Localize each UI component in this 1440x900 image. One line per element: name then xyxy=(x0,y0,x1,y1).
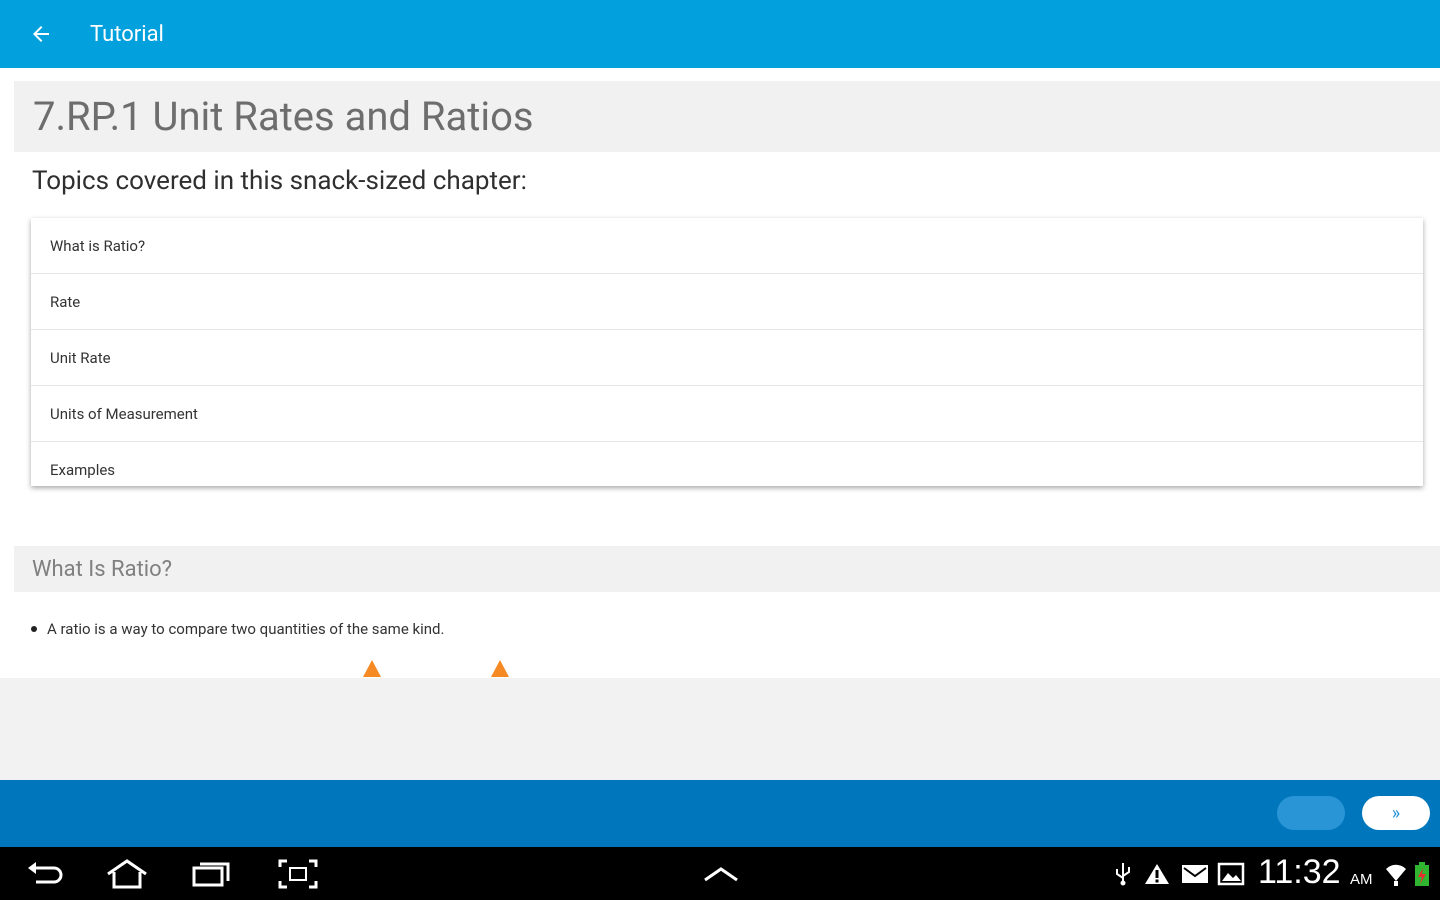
topics-list: What is Ratio? Rate Unit Rate Units of M… xyxy=(31,218,1423,486)
usb-icon xyxy=(1112,847,1134,900)
recent-apps-icon[interactable] xyxy=(188,847,234,900)
tutorial-content[interactable]: 7.RP.1 Unit Rates and Ratios Topics cove… xyxy=(0,68,1440,780)
clock-time: 11:32 xyxy=(1258,853,1341,891)
topic-item-examples[interactable]: Examples xyxy=(31,442,1423,498)
warning-icon xyxy=(1143,847,1171,900)
orange-triangle-marker xyxy=(363,660,381,677)
section-title: What Is Ratio? xyxy=(32,556,173,582)
chapter-header: 7.RP.1 Unit Rates and Ratios xyxy=(14,81,1440,152)
system-bar: 11:32 AM xyxy=(0,847,1440,900)
chapter-title: 7.RP.1 Unit Rates and Ratios xyxy=(33,93,534,140)
bullet-dot xyxy=(31,626,37,632)
illustration-area xyxy=(0,678,1440,780)
topic-item-units-of-measurement[interactable]: Units of Measurement xyxy=(31,386,1423,442)
orange-triangle-marker xyxy=(491,660,509,677)
gmail-icon xyxy=(1180,847,1210,900)
bottom-bar: » xyxy=(0,780,1440,847)
screenshot-icon[interactable] xyxy=(276,847,320,900)
section-header: What Is Ratio? xyxy=(14,546,1440,592)
topic-item-unit-rate[interactable]: Unit Rate xyxy=(31,330,1423,386)
clock-ampm: AM xyxy=(1350,871,1373,888)
back-icon[interactable] xyxy=(20,847,68,900)
app-title: Tutorial xyxy=(90,21,164,47)
chevron-up-icon[interactable] xyxy=(700,847,742,900)
topics-label: Topics covered in this snack-sized chapt… xyxy=(32,166,527,196)
image-icon xyxy=(1216,847,1246,900)
back-button[interactable] xyxy=(0,0,82,68)
topic-item-what-is-ratio[interactable]: What is Ratio? xyxy=(31,218,1423,274)
topic-item-rate[interactable]: Rate xyxy=(31,274,1423,330)
wifi-icon xyxy=(1384,847,1408,900)
app-bar: Tutorial xyxy=(0,0,1440,68)
battery-icon xyxy=(1411,847,1433,900)
previous-button[interactable] xyxy=(1277,796,1345,830)
bullet-text: A ratio is a way to compare two quantiti… xyxy=(47,620,445,638)
arrow-back-icon xyxy=(33,26,49,42)
bullet-item: A ratio is a way to compare two quantiti… xyxy=(31,620,444,638)
home-icon[interactable] xyxy=(102,847,152,900)
next-button[interactable]: » xyxy=(1362,796,1430,830)
